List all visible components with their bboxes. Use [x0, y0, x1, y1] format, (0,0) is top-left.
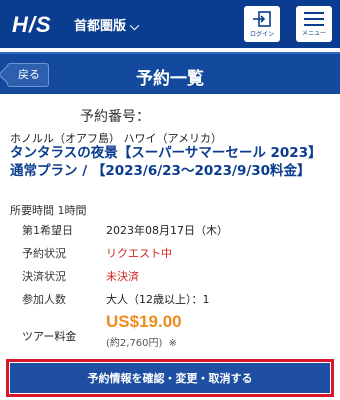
price-local-value: (約2,760円): [106, 338, 163, 349]
detail-row-payment-status: 決済状況 未決済: [22, 268, 332, 291]
menu-label: メニュー: [301, 29, 326, 37]
login-button[interactable]: ログイン: [244, 6, 280, 42]
detail-value: 2023年08月17日（木）: [106, 224, 228, 237]
hamburger-icon: [304, 11, 324, 26]
region-selector[interactable]: 首都圏版 ⌵: [74, 15, 139, 34]
region-label: 首都圏版: [74, 19, 127, 34]
tour-price: US$19.00: [106, 312, 182, 331]
detail-value: 大人（12歳以上）：1: [106, 293, 210, 306]
reservation-details: 第1希望日 2023年08月17日（木） 予約状況 リクエスト中 決済状況 未決…: [22, 222, 332, 358]
chevron-down-icon: ⌵: [130, 19, 140, 33]
reservation-number-label: 予約番号：: [80, 109, 150, 125]
his-logo[interactable]: H/S: [12, 12, 52, 38]
detail-key: 決済状況: [22, 270, 66, 283]
detail-row-price: ツアー料金 US$19.00 (約2,760円) ※: [22, 312, 332, 358]
manage-reservation-button[interactable]: 予約情報を確認・変更・取消する: [9, 362, 331, 394]
tour-duration: 所要時間 1時間: [10, 204, 87, 217]
price-local: (約2,760円) ※: [106, 334, 177, 349]
page-title: 予約一覧: [136, 69, 204, 89]
menu-button[interactable]: メニュー: [296, 6, 332, 42]
page-header: 戻る 予約一覧: [0, 52, 340, 94]
detail-key: 予約状況: [22, 247, 66, 260]
cta-highlight: 予約情報を確認・変更・取消する: [6, 359, 334, 397]
price-label: ツアー料金: [22, 330, 77, 343]
payment-status-badge: 未決済: [106, 270, 139, 283]
detail-row-date: 第1希望日 2023年08月17日（木）: [22, 222, 332, 245]
login-label: ログイン: [249, 30, 274, 38]
detail-key: 参加人数: [22, 293, 66, 306]
top-header: H/S 首都圏版 ⌵ ログイン メニュー: [0, 0, 340, 48]
tour-title[interactable]: タンタラスの夜景【スーパーサマーセール 2023】 通常プラン / 【2023/…: [10, 144, 335, 180]
login-icon: [253, 10, 271, 27]
detail-key: 第1希望日: [22, 224, 73, 237]
status-badge: リクエスト中: [106, 247, 172, 260]
detail-row-booking-status: 予約状況 リクエスト中: [22, 245, 332, 268]
detail-row-participants: 参加人数 大人（12歳以上）：1: [22, 291, 332, 314]
price-note: ※: [168, 338, 177, 349]
